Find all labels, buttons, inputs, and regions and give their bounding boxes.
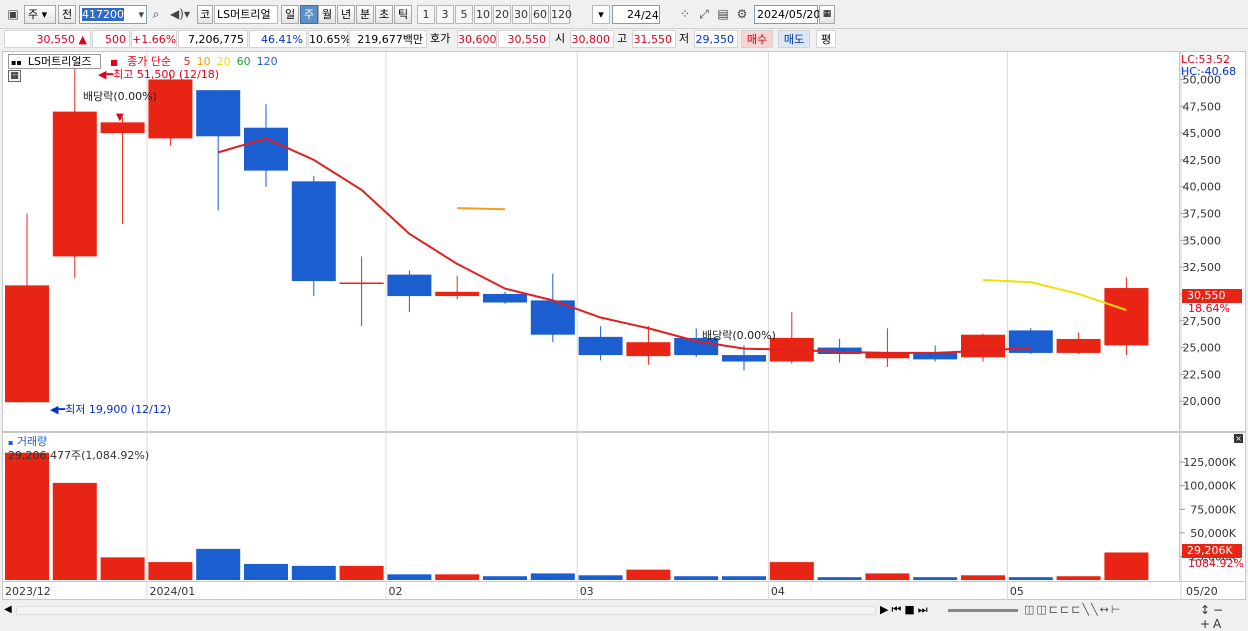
dividend-annotation-1: 배당락(0.00%)	[83, 90, 157, 103]
legend-ma-120: 120	[256, 55, 278, 68]
price-tick-label: 42,500	[1183, 154, 1222, 167]
candle-body	[291, 181, 336, 282]
volume-bar	[961, 575, 1005, 580]
low-annotation: ◀━최저 19,900 (12/12)	[50, 403, 172, 416]
playback-controls[interactable]: ▶⏮■⏭	[880, 603, 931, 617]
volume-bar	[339, 565, 384, 580]
volume-bar	[817, 577, 862, 580]
volume-bar	[148, 562, 193, 580]
candle-body	[435, 291, 480, 297]
candle-body	[483, 293, 527, 303]
legend-ma-60: 60	[236, 55, 251, 68]
candle-body	[244, 127, 288, 171]
zoom-slider[interactable]	[948, 609, 1018, 612]
volume-max-label: 29,206,477주(1,084.92%)	[8, 449, 150, 462]
volume-bar	[626, 569, 671, 580]
candle-body	[387, 274, 432, 297]
volume-bar	[1056, 576, 1101, 580]
x-axis-label: 05	[1010, 585, 1024, 598]
volume-bar	[1104, 552, 1149, 580]
volume-tick-label: 75,000K	[1190, 503, 1236, 516]
price-tick-label: 40,000	[1183, 181, 1222, 194]
volume-bar	[578, 575, 623, 580]
volume-bar	[196, 548, 241, 580]
last-volume-percent: 1084.92%	[1188, 557, 1244, 570]
price-tick-label: 27,500	[1183, 315, 1222, 328]
volume-bar	[769, 562, 814, 580]
volume-bar	[5, 452, 49, 580]
x-axis-label: 04	[771, 585, 785, 598]
price-tick-label: 32,500	[1183, 261, 1222, 274]
volume-bar	[435, 574, 480, 580]
candle-body	[626, 342, 671, 357]
x-axis-label: 2024/01	[150, 585, 196, 598]
candle-body	[961, 334, 1005, 358]
candle-body	[52, 111, 97, 257]
price-tick-label: 20,000	[1183, 395, 1222, 408]
volume-tick-label: 50,000K	[1190, 527, 1236, 540]
volume-bar	[291, 565, 336, 580]
candle-body	[578, 336, 623, 356]
chart-canvas: 50,00047,50045,00042,50040,00037,50035,0…	[5, 52, 1237, 600]
volume-bar	[1008, 577, 1053, 580]
dividend-marker-1: ▼	[116, 112, 124, 123]
volume-tick-label: 125,000K	[1183, 456, 1236, 469]
draw-tools-icon[interactable]: ◫◫⊏⊏⊏╲╲↔⊢	[1024, 603, 1122, 616]
bottom-controls: ◀ ▶⏮■⏭ ◫◫⊏⊏⊏╲╲↔⊢ ↕−+A	[0, 600, 1248, 631]
candle-body	[196, 90, 241, 137]
scroll-left-icon[interactable]: ◀	[4, 604, 12, 615]
price-tick-label: 25,000	[1183, 342, 1222, 355]
volume-bar	[722, 576, 766, 580]
last-price-tag: 30,550	[1182, 289, 1242, 303]
volume-bar	[913, 577, 958, 580]
last-volume-tag: 29,206K	[1182, 544, 1242, 558]
candle-body	[1104, 288, 1149, 346]
candle-body	[100, 122, 145, 134]
price-tick-label: 37,500	[1183, 208, 1222, 221]
volume-bar	[100, 557, 145, 580]
volume-bar	[865, 573, 910, 580]
hc-label: HC:-40.68	[1181, 65, 1237, 78]
price-tick-label: 47,500	[1183, 100, 1222, 113]
volume-bar	[530, 573, 575, 580]
last-price-percent: 18.64%	[1188, 302, 1230, 315]
volume-bar	[52, 482, 97, 580]
close-pane-icon[interactable]: ×	[1234, 434, 1243, 443]
volume-tick-label: 100,000K	[1183, 480, 1236, 493]
x-axis-label: 03	[580, 585, 594, 598]
zoom-controls[interactable]: ↕−+A	[1200, 603, 1248, 631]
volume-bar	[244, 563, 288, 580]
candle-body	[1056, 338, 1101, 353]
legend-stock-name: ▪▪ LS머트리얼즈	[8, 54, 101, 69]
x-axis-label: 2023/12	[5, 585, 51, 598]
x-axis-label: 05/20	[1186, 585, 1218, 598]
ma5-line	[217, 137, 1031, 354]
x-axis-label: 02	[389, 585, 403, 598]
dividend-annotation-2: 배당락(0.00%)	[702, 329, 776, 342]
volume-bar	[483, 576, 527, 580]
price-tick-label: 45,000	[1183, 127, 1222, 140]
volume-bar	[387, 574, 432, 580]
high-annotation: ◀━최고 51,500 (12/18)	[98, 68, 220, 81]
scrollbar-track[interactable]	[16, 606, 876, 615]
price-tick-label: 22,500	[1183, 368, 1222, 381]
volume-bar	[674, 576, 719, 580]
price-tick-label: 35,000	[1183, 234, 1222, 247]
candle-body	[722, 355, 766, 362]
table-toggle-icon[interactable]: ▦	[8, 70, 21, 82]
candle-body	[5, 285, 49, 403]
